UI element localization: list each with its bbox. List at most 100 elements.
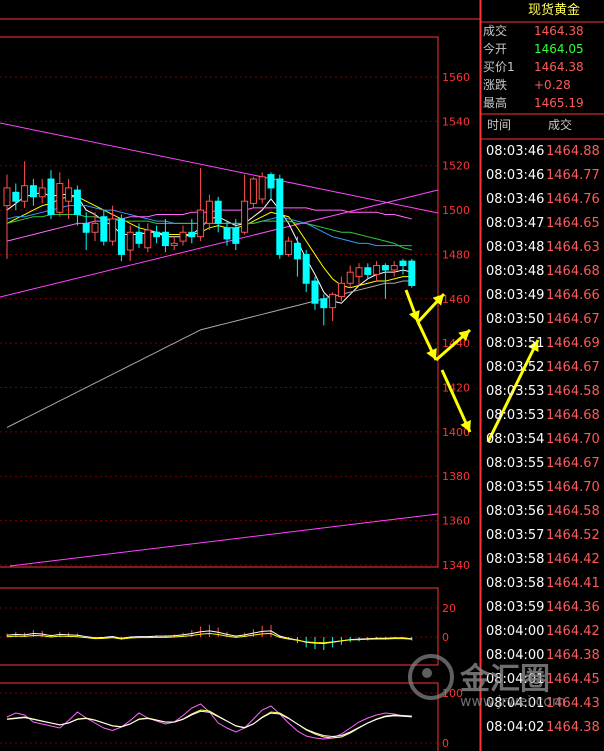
candle-body	[267, 174, 275, 189]
tick-row[interactable]: 08:03:59 1464.36	[480, 596, 604, 620]
quote-label: 买价1	[483, 60, 515, 74]
tick-row[interactable]: 08:03:46 1464.76	[480, 188, 604, 212]
quote-label: 今开	[483, 42, 508, 56]
candle-body	[214, 200, 222, 224]
candle-body	[56, 182, 64, 213]
tick-price: 1464.58	[546, 384, 600, 399]
quote-panel: 成交 1464.38 今开 1464.05 买价1 1464.38 涨跌 +0.28 最高 146…	[480, 22, 604, 114]
candle-body	[170, 242, 178, 247]
tick-row[interactable]: 08:03:56 1464.58	[480, 500, 604, 524]
candle-body	[329, 293, 337, 309]
tick-price: 1464.70	[546, 480, 600, 495]
candle-body	[381, 265, 389, 271]
candle-body	[249, 178, 257, 204]
tick-time: 08:03:59	[486, 600, 545, 615]
candle-body	[408, 260, 416, 286]
tick-row[interactable]: 08:03:53 1464.58	[480, 380, 604, 404]
tick-row[interactable]: 08:03:51 1464.69	[480, 332, 604, 356]
tick-row[interactable]: 08:03:47 1464.65	[480, 212, 604, 236]
candle-body	[293, 242, 301, 260]
tick-time: 08:03:50	[486, 312, 545, 327]
candle-body	[223, 227, 231, 240]
tick-row[interactable]: 08:04:00 1464.42	[480, 620, 604, 644]
watermark-logo-icon	[408, 654, 454, 700]
tick-row[interactable]: 08:03:55 1464.67	[480, 452, 604, 476]
tick-price: 1464.69	[546, 336, 600, 351]
tick-row[interactable]: 08:03:58 1464.41	[480, 572, 604, 596]
tick-price: 1464.41	[546, 576, 600, 591]
tick-price: 1464.42	[546, 624, 600, 639]
tick-price: 1464.76	[546, 192, 600, 207]
candle-body	[320, 298, 328, 309]
tick-time: 08:03:48	[486, 240, 545, 255]
tick-time: 08:03:56	[486, 504, 545, 519]
candle-body	[188, 231, 196, 238]
quote-row: 买价1 1464.38	[480, 58, 604, 76]
candle-body	[179, 231, 187, 242]
candle-body	[126, 231, 134, 251]
tick-time: 08:03:47	[486, 216, 545, 231]
tick-price: 1464.38	[546, 720, 600, 735]
tick-price: 1464.70	[546, 432, 600, 447]
quote-row: 成交 1464.38	[480, 22, 604, 40]
indicator1-frame	[0, 587, 439, 666]
candle-body	[311, 280, 319, 304]
candle-body	[364, 267, 372, 275]
tick-time: 08:03:49	[486, 288, 545, 303]
watermark-url: www.jrwei.com	[460, 694, 566, 710]
tick-row[interactable]: 08:04:02 1464.38	[480, 716, 604, 740]
y-tick-label: 1560	[442, 71, 470, 84]
y-tick-label: 1340	[442, 559, 470, 572]
candle-body	[65, 187, 73, 202]
indicator1-y-label: 0	[442, 631, 449, 644]
symbol-name: 现货黄金	[528, 3, 581, 18]
tick-time: 08:03:52	[486, 360, 545, 375]
quote-value: 1465.19	[534, 96, 584, 110]
tick-row[interactable]: 08:03:54 1464.70	[480, 428, 604, 452]
tick-row[interactable]: 08:03:48 1464.68	[480, 260, 604, 284]
candle-body	[109, 218, 117, 242]
quote-label: 涨跌	[483, 78, 508, 92]
ma-line-ma120	[6, 280, 412, 428]
quote-value: 1464.38	[534, 60, 584, 74]
watermark: 金汇圈 www.jrwei.com	[408, 654, 598, 714]
tick-row[interactable]: 08:03:48 1464.63	[480, 236, 604, 260]
tick-price: 1464.58	[546, 504, 600, 519]
candle-body	[135, 231, 143, 244]
tick-row[interactable]: 08:03:49 1464.66	[480, 284, 604, 308]
tick-time: 08:04:02	[486, 720, 545, 735]
tick-time: 08:04:00	[486, 624, 545, 639]
main-frame	[0, 36, 439, 568]
tick-time: 08:03:46	[486, 144, 545, 159]
trend-line-bottom	[9, 513, 439, 567]
tick-row[interactable]: 08:03:52 1464.67	[480, 356, 604, 380]
tick-row[interactable]: 08:03:46 1464.88	[480, 140, 604, 164]
tick-row[interactable]: 08:03:55 1464.70	[480, 476, 604, 500]
ticks-header-time: 时间	[487, 118, 512, 132]
tick-row[interactable]: 08:03:57 1464.52	[480, 524, 604, 548]
y-tick-label: 1360	[442, 515, 470, 528]
quote-value: 1464.38	[534, 24, 584, 38]
candle-body	[153, 231, 161, 238]
quote-label: 成交	[483, 24, 508, 38]
tick-row[interactable]: 08:03:53 1464.68	[480, 404, 604, 428]
y-tick-label: 1500	[442, 204, 470, 217]
candle-body	[337, 282, 345, 298]
candle-body	[12, 191, 20, 202]
y-tick-label: 1540	[442, 115, 470, 128]
quote-row: 今开 1464.05	[480, 40, 604, 58]
symbol-code: XAU	[484, 3, 512, 18]
tick-row[interactable]: 08:03:50 1464.67	[480, 308, 604, 332]
tick-row[interactable]: 08:03:46 1464.77	[480, 164, 604, 188]
tick-price: 1464.63	[546, 240, 600, 255]
candle-body	[47, 178, 55, 216]
tick-time: 08:03:58	[486, 552, 545, 567]
tick-time: 08:03:54	[486, 432, 545, 447]
candle-body	[373, 265, 381, 275]
candle-body	[161, 231, 169, 247]
tick-row[interactable]: 08:03:58 1464.42	[480, 548, 604, 572]
candle-body	[117, 218, 125, 255]
y-tick-label: 1460	[442, 293, 470, 306]
watermark-title: 金汇圈	[460, 662, 550, 697]
tick-time: 08:03:57	[486, 528, 545, 543]
